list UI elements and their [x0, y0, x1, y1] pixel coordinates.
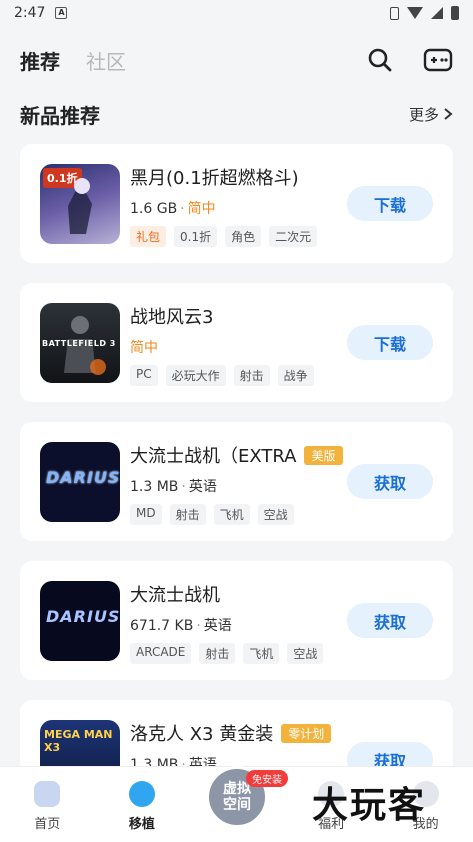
battery-icon	[451, 6, 459, 20]
tab-recommend[interactable]: 推荐	[20, 46, 60, 75]
tag: ARCADE	[130, 643, 192, 664]
game-card[interactable]: DARIUS 大流士战机（EXTRA 美版 1.3 MB · 英语 MD 射击 飞机 …	[20, 422, 453, 541]
game-title-text: 战地风云3	[130, 307, 214, 328]
tag: 0.1折	[174, 226, 218, 247]
game-thumbnail: DARIUS	[40, 442, 120, 522]
nav-port[interactable]: 移植	[102, 781, 182, 832]
game-list: 0.1折 黑月(0.1折超燃格斗) 1.6 GB · 简中 礼包 0.1折 角色 二…	[20, 144, 453, 839]
game-size: 671.7 KB	[130, 618, 194, 634]
game-meta: 1.6 GB · 简中	[130, 201, 216, 217]
game-title-text: 黑月(0.1折超燃格斗)	[130, 168, 299, 189]
tag: 必玩大作	[165, 365, 226, 386]
game-language: 简中	[187, 201, 216, 217]
thumb-title-text: BATTLEFIELD 3	[42, 339, 116, 348]
game-title-text: 洛克人 X3 黄金装	[130, 724, 274, 745]
game-tags: PC 必玩大作 射击 战争	[130, 365, 340, 386]
game-title: 大流士战机（EXTRA 美版	[130, 442, 343, 468]
nav-label: 首页	[34, 817, 61, 832]
game-title-text: 大流士战机	[130, 585, 220, 606]
game-meta: 简中	[130, 337, 340, 357]
search-icon[interactable]	[365, 45, 395, 75]
region-badge: 美版	[304, 445, 343, 465]
chevron-right-icon	[444, 108, 453, 120]
tag: 射击	[169, 504, 206, 525]
plan-badge: 零计划	[281, 723, 332, 743]
character-art-icon	[68, 178, 92, 234]
install-free-badge: 免安装	[246, 770, 288, 787]
wifi-icon	[407, 7, 423, 19]
game-card[interactable]: DARIUS 大流士战机 671.7 KB · 英语 ARCADE 射击 飞机 空战…	[20, 561, 453, 680]
tag: 射击	[233, 365, 270, 386]
game-title: 黑月(0.1折超燃格斗)	[130, 164, 340, 190]
tag: PC	[130, 365, 158, 386]
game-title: 大流士战机	[130, 581, 340, 607]
tag: MD	[130, 504, 162, 525]
thumb-title-text: DARIUS	[46, 607, 120, 626]
game-tags: MD 射击 飞机 空战	[130, 504, 340, 525]
game-card[interactable]: 0.1折 黑月(0.1折超燃格斗) 1.6 GB · 简中 礼包 0.1折 角色 二…	[20, 144, 453, 263]
tag: 角色	[225, 226, 262, 247]
section-title: 新品推荐	[20, 103, 100, 128]
tag: 空战	[287, 643, 324, 664]
game-title: 洛克人 X3 黄金装 零计划	[130, 720, 340, 746]
game-thumbnail: BATTLEFIELD 3	[40, 303, 120, 383]
get-button[interactable]: 获取	[347, 603, 433, 638]
tag: 飞机	[213, 504, 250, 525]
more-label: 更多	[408, 105, 439, 124]
status-bar: 2:47 A	[0, 0, 473, 26]
section-header: 新品推荐 更多	[20, 96, 453, 132]
game-language: 简中	[130, 340, 158, 356]
game-thumbnail: 0.1折	[40, 164, 120, 244]
get-button[interactable]: 获取	[347, 464, 433, 499]
game-language: 英语	[203, 618, 232, 634]
tag-gift: 礼包	[130, 226, 167, 247]
game-title: 战地风云3	[130, 303, 340, 329]
game-thumbnail: DARIUS	[40, 581, 120, 661]
home-icon	[34, 781, 61, 807]
game-tags: ARCADE 射击 飞机 空战	[130, 643, 340, 664]
game-language: 英语	[188, 479, 217, 495]
watermark-logo: 大玩客	[312, 784, 427, 826]
thumb-title-text: DARIUS	[46, 468, 120, 487]
more-link[interactable]: 更多	[409, 104, 453, 125]
center-label-2: 空间	[223, 797, 251, 813]
gamepad-icon[interactable]	[423, 45, 453, 75]
status-indicators	[390, 6, 459, 20]
notification-a-icon: A	[55, 7, 68, 19]
tag: 飞机	[243, 643, 280, 664]
game-meta: 1.3 MB · 英语	[130, 479, 217, 495]
tag: 战争	[277, 365, 314, 386]
top-bar: 推荐 社区	[0, 26, 473, 94]
thumb-title-text: MEGA MAN X3	[44, 728, 113, 754]
tag: 射击	[199, 643, 236, 664]
nav-home[interactable]: 首页	[7, 781, 87, 832]
status-time: 2:47	[14, 5, 46, 21]
game-size: 1.6 GB	[130, 201, 178, 217]
tab-community[interactable]: 社区	[86, 46, 126, 75]
port-icon	[128, 781, 155, 807]
download-button[interactable]: 下载	[347, 325, 433, 360]
game-title-text: 大流士战机（EXTRA	[130, 446, 297, 467]
game-meta: 671.7 KB · 英语	[130, 618, 232, 634]
vibrate-icon	[390, 6, 399, 20]
tag: 空战	[257, 504, 294, 525]
game-tags: 礼包 0.1折 角色 二次元	[130, 226, 340, 247]
download-button[interactable]: 下载	[347, 186, 433, 221]
nav-label: 移植	[128, 817, 155, 832]
tag: 二次元	[269, 226, 318, 247]
signal-icon	[431, 7, 443, 19]
game-size: 1.3 MB	[130, 479, 179, 495]
game-card[interactable]: BATTLEFIELD 3 战地风云3 简中 PC 必玩大作 射击 战争 下载	[20, 283, 453, 402]
